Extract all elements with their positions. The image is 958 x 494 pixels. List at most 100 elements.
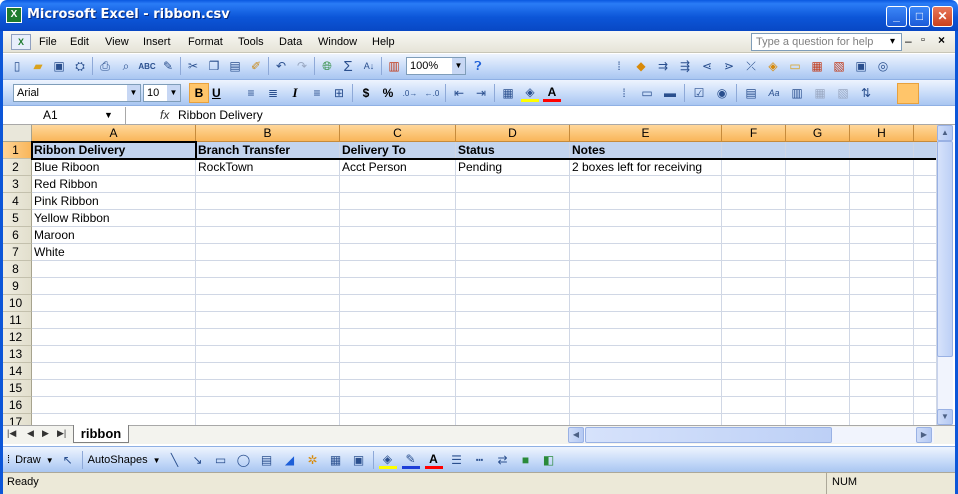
menu-edit[interactable]: Edit (70, 36, 89, 48)
grid-cell[interactable] (850, 363, 914, 380)
sort-ascending-icon[interactable]: A↓ (360, 57, 378, 75)
grid-cell[interactable] (722, 329, 786, 346)
doc-close-button[interactable]: × (938, 33, 945, 47)
grid-cell[interactable] (340, 312, 456, 329)
row-header[interactable]: 3 (0, 176, 32, 193)
first-sheet-icon[interactable]: |◀ (7, 428, 16, 439)
grid-cell[interactable] (722, 397, 786, 414)
column-header-e[interactable]: E (570, 125, 722, 142)
grid-cell[interactable] (570, 193, 722, 210)
chart-wizard-icon[interactable]: ▥ (385, 57, 403, 75)
trace-precedents-icon[interactable]: ⇉ (654, 57, 672, 75)
research-icon[interactable]: ✎ (159, 57, 177, 75)
toggle-grid-button[interactable] (897, 83, 919, 104)
align-center-icon[interactable]: ≣ (264, 84, 282, 102)
borders-icon[interactable]: ▦ (499, 84, 517, 102)
grid-cell[interactable] (850, 142, 914, 159)
row-header[interactable]: 1 (0, 142, 32, 159)
grid-cell[interactable] (196, 244, 340, 261)
option-button-icon[interactable]: ◉ (713, 84, 731, 102)
line-icon[interactable]: ╲ (166, 451, 184, 469)
grid-cell[interactable]: Pink Ribbon (32, 193, 196, 210)
zoom-combo[interactable]: 100% ▼ (406, 57, 466, 75)
grid-cell[interactable] (722, 380, 786, 397)
scroll-up-icon[interactable]: ▲ (937, 125, 953, 141)
grid-cell[interactable] (340, 346, 456, 363)
grid-cell[interactable] (340, 380, 456, 397)
grid-cell[interactable] (722, 244, 786, 261)
paste-icon[interactable]: ▤ (226, 57, 244, 75)
grid-cell[interactable] (340, 176, 456, 193)
grid-cell[interactable] (570, 346, 722, 363)
question-input[interactable]: Type a question for help (751, 33, 902, 51)
grid-cell[interactable] (196, 210, 340, 227)
column-header-d[interactable]: D (456, 125, 570, 142)
grid-cell[interactable] (850, 227, 914, 244)
grid-cell[interactable] (786, 329, 850, 346)
sheet-tab-ribbon[interactable]: ribbon (73, 425, 129, 443)
decrease-indent-icon[interactable]: ⇤ (450, 84, 468, 102)
grid-cell[interactable]: 2 boxes left for receiving (570, 159, 722, 176)
grid-cell[interactable] (340, 363, 456, 380)
grid-cell[interactable] (722, 210, 786, 227)
title-bar[interactable]: X Microsoft Excel - ribbon.csv _ □ ✕ (0, 0, 958, 31)
grid-cell[interactable] (850, 278, 914, 295)
grid-cell[interactable] (786, 397, 850, 414)
combo-box-icon[interactable]: Aa (765, 84, 783, 102)
minimize-button[interactable]: _ (886, 6, 907, 27)
doc-minimize-button[interactable]: – (905, 34, 912, 48)
grid-cell[interactable] (786, 380, 850, 397)
trace-error-icon[interactable]: ◆ (632, 57, 650, 75)
list-box-icon[interactable]: ▤ (742, 84, 760, 102)
line-color-icon[interactable]: ✎ (401, 451, 420, 469)
grid-cell[interactable] (32, 312, 196, 329)
font-size-combo[interactable]: 10 ▼ (143, 84, 181, 102)
doc-restore-button[interactable]: ▫ (921, 34, 925, 46)
decrease-decimal-icon[interactable]: ←.0 (423, 84, 441, 102)
size-dropdown-icon[interactable]: ▼ (167, 85, 180, 101)
next-sheet-icon[interactable]: ▶ (42, 428, 49, 439)
print-preview-icon[interactable]: ⌕ (117, 57, 135, 75)
menu-help[interactable]: Help (372, 36, 395, 48)
copy-icon[interactable]: ❐ (205, 57, 223, 75)
draw-font-color-icon[interactable]: A (424, 451, 443, 469)
oval-icon[interactable]: ◯ (235, 451, 253, 469)
grid-cell[interactable] (914, 329, 937, 346)
row-header[interactable]: 4 (0, 193, 32, 210)
new-icon[interactable]: ▯ (8, 57, 26, 75)
grid-cell[interactable] (32, 397, 196, 414)
formula-input[interactable]: Ribbon Delivery (178, 108, 263, 122)
active-cell[interactable]: Ribbon Delivery (32, 142, 196, 159)
menu-window[interactable]: Window (318, 36, 357, 48)
select-objects-icon[interactable]: ↖ (59, 451, 77, 469)
grid-cell[interactable] (914, 244, 937, 261)
3d-style-icon[interactable]: ◧ (540, 451, 558, 469)
row-header[interactable]: 8 (0, 261, 32, 278)
grid-cell[interactable] (914, 312, 937, 329)
grid-cell[interactable] (570, 397, 722, 414)
align-right-icon[interactable]: ≡ (308, 84, 326, 102)
grid-cell[interactable] (456, 244, 570, 261)
spinner-icon[interactable]: ▦ (811, 84, 829, 102)
grid-cell[interactable] (914, 278, 937, 295)
insert-function-icon[interactable]: fx (160, 108, 169, 122)
grid-cell[interactable]: Notes (570, 142, 722, 159)
grid-cell[interactable] (456, 397, 570, 414)
grid-cell[interactable] (570, 329, 722, 346)
grid-cell[interactable] (914, 193, 937, 210)
row-header[interactable]: 15 (0, 380, 32, 397)
grid-cell[interactable] (456, 312, 570, 329)
format-painter-icon[interactable]: ✐ (247, 57, 265, 75)
grid-cell[interactable] (850, 193, 914, 210)
grid-cell[interactable] (32, 295, 196, 312)
grid-cell[interactable]: Maroon (32, 227, 196, 244)
grid-cell[interactable] (914, 346, 937, 363)
grid-cell[interactable] (340, 295, 456, 312)
grid-cell[interactable] (722, 159, 786, 176)
grid-cell[interactable] (722, 261, 786, 278)
grid-cell[interactable] (850, 380, 914, 397)
wordart-icon[interactable]: ◢ (281, 451, 299, 469)
italic-button[interactable]: I (286, 84, 304, 102)
new-comment-icon[interactable]: ▭ (786, 57, 804, 75)
grid-cell[interactable] (786, 363, 850, 380)
